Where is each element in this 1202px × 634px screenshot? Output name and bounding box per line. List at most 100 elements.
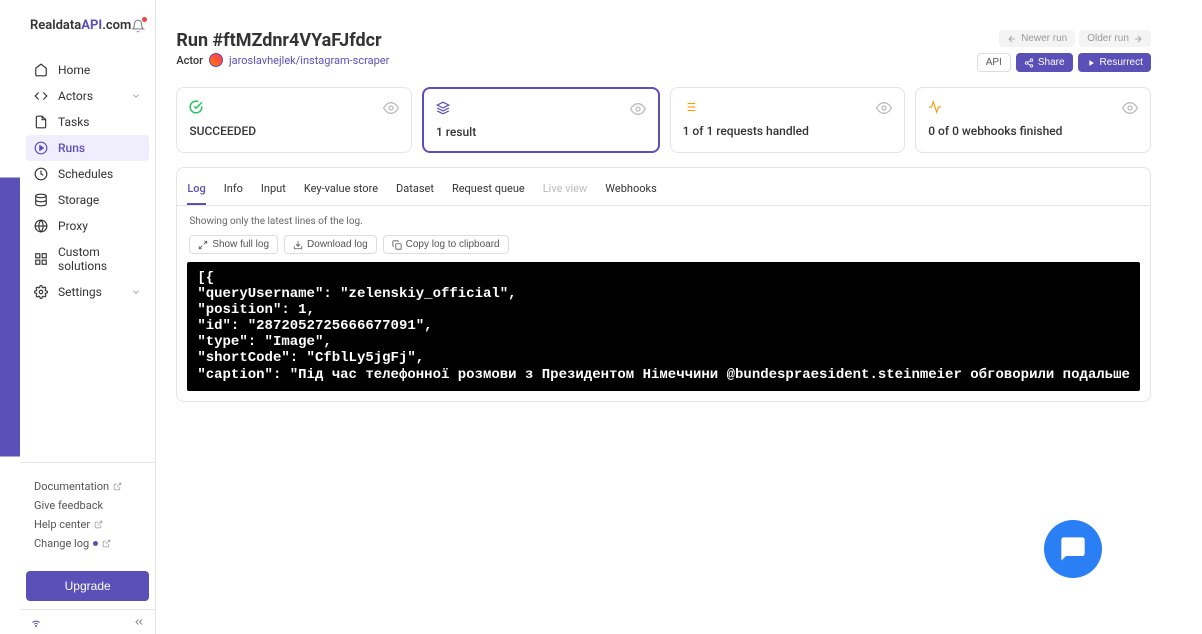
nav-label: Home	[58, 63, 90, 77]
actor-link[interactable]: jaroslavhejlek/instagram-scraper	[229, 54, 389, 67]
brand-post: com	[106, 18, 131, 33]
download-log-button[interactable]: Download log	[284, 235, 377, 254]
older-run-button[interactable]: Older run	[1079, 30, 1151, 47]
copy-log-button[interactable]: Copy log to clipboard	[383, 235, 509, 254]
footer-label: Change log	[34, 537, 89, 550]
footer-label: Give feedback	[34, 499, 103, 512]
play-icon	[34, 141, 48, 155]
db-icon	[34, 193, 48, 207]
sidebar: RealdataAPI.com Home Actors Tasks Runs Sched…	[20, 0, 156, 634]
clock-icon	[34, 167, 48, 181]
footer-help-center[interactable]: Help center	[30, 515, 145, 534]
decorative-left-bar	[0, 0, 20, 634]
resurrect-button[interactable]: Resurrect	[1078, 53, 1151, 72]
stat-text: SUCCEEDED	[189, 124, 399, 138]
show-full-log-button[interactable]: Show full log	[189, 235, 278, 254]
sidebar-item-storage[interactable]: Storage	[26, 187, 149, 213]
external-link-icon	[113, 482, 122, 491]
sidebar-item-home[interactable]: Home	[26, 57, 149, 83]
footer-label: Documentation	[34, 480, 109, 493]
list-icon	[683, 100, 697, 114]
upgrade-button[interactable]: Upgrade	[26, 571, 149, 601]
wifi-icon	[30, 616, 42, 628]
nav-label: Proxy	[58, 219, 88, 233]
tab-log[interactable]: Log	[187, 178, 205, 205]
stat-card-pulse[interactable]: 0 of 0 webhooks finished	[915, 87, 1151, 153]
sidebar-item-actors[interactable]: Actors	[26, 83, 149, 109]
home-icon	[34, 63, 48, 77]
sidebar-item-tasks[interactable]: Tasks	[26, 109, 149, 135]
nav-label: Settings	[58, 285, 102, 299]
tab-key-value-store[interactable]: Key-value store	[304, 178, 378, 205]
code-icon	[34, 89, 48, 103]
nav-label: Actors	[58, 89, 93, 103]
notification-bell-icon[interactable]	[131, 19, 145, 33]
logo: RealdataAPI.com	[20, 18, 155, 51]
doc-icon	[34, 115, 48, 129]
globe-icon	[34, 219, 48, 233]
sidebar-item-custom-solutions[interactable]: Custom solutions	[26, 239, 149, 279]
api-button[interactable]: API	[977, 53, 1011, 72]
chevron-down-icon	[131, 287, 141, 297]
tab-request-queue[interactable]: Request queue	[452, 178, 525, 205]
brand-mid: API	[81, 18, 102, 33]
actor-avatar	[209, 53, 223, 67]
footer-label: Help center	[34, 518, 90, 531]
sidebar-item-settings[interactable]: Settings	[26, 279, 149, 305]
actor-label: Actor	[176, 54, 203, 67]
log-hint: Showing only the latest lines of the log…	[177, 206, 1150, 235]
footer-give-feedback[interactable]: Give feedback	[30, 496, 145, 515]
new-dot-icon	[93, 541, 98, 546]
tab-dataset[interactable]: Dataset	[396, 178, 434, 205]
pulse-icon	[928, 100, 942, 114]
nav-label: Tasks	[58, 115, 90, 129]
sidebar-item-schedules[interactable]: Schedules	[26, 161, 149, 187]
actor-row: Actor jaroslavhejlek/instagram-scraper	[176, 53, 389, 67]
page-title: Run #ftMZdnr4VYaFJfdcr	[176, 30, 389, 51]
check-icon	[189, 100, 203, 114]
tab-input[interactable]: Input	[261, 178, 286, 205]
bottom-bar	[20, 609, 155, 634]
nav-label: Schedules	[58, 167, 113, 181]
chat-fab[interactable]	[1044, 520, 1102, 578]
footer-documentation[interactable]: Documentation	[30, 477, 145, 496]
collapse-sidebar-icon[interactable]	[133, 616, 145, 628]
stat-text: 1 of 1 requests handled	[683, 124, 893, 138]
eye-icon[interactable]	[1122, 100, 1138, 116]
eye-icon[interactable]	[383, 100, 399, 116]
stat-card-check[interactable]: SUCCEEDED	[176, 87, 412, 153]
nav-label: Storage	[58, 193, 99, 207]
external-link-icon	[94, 520, 103, 529]
sidebar-item-runs[interactable]: Runs	[26, 135, 149, 161]
stat-text: 1 result	[436, 125, 646, 139]
nav-label: Runs	[58, 141, 85, 155]
stats-row: SUCCEEDED 1 result 1 of 1 requests handled…	[176, 87, 1151, 153]
content-card: Log Info Input Key-value store Dataset Reques…	[176, 167, 1151, 402]
footer-links: Documentation Give feedback Help center Cha…	[20, 462, 155, 563]
tab-live-view: Live view	[543, 178, 588, 205]
tab-webhooks[interactable]: Webhooks	[605, 178, 656, 205]
puzzle-icon	[34, 252, 48, 266]
header-actions: Newer run Older run API Share R	[977, 30, 1151, 72]
share-button[interactable]: Share	[1016, 53, 1073, 72]
tabs: Log Info Input Key-value store Dataset Reques…	[177, 168, 1150, 206]
newer-run-button[interactable]: Newer run	[999, 30, 1075, 47]
layers-icon	[436, 101, 450, 115]
eye-icon[interactable]	[876, 100, 892, 116]
nav: Home Actors Tasks Runs Schedules Storage Proxy…	[20, 51, 155, 311]
stat-text: 0 of 0 webhooks finished	[928, 124, 1138, 138]
tab-info[interactable]: Info	[224, 178, 243, 205]
log-output[interactable]: [{ "queryUsername": "zelenskiy_official"…	[187, 262, 1140, 391]
gear-icon	[34, 285, 48, 299]
sidebar-item-proxy[interactable]: Proxy	[26, 213, 149, 239]
log-actions: Show full log Download log Copy log to c…	[177, 235, 1150, 262]
stat-card-layers[interactable]: 1 result	[422, 87, 660, 153]
footer-change-log[interactable]: Change log	[30, 534, 145, 553]
chevron-down-icon	[131, 91, 141, 101]
stat-card-list[interactable]: 1 of 1 requests handled	[670, 87, 906, 153]
header: Run #ftMZdnr4VYaFJfdcr Actor jaroslavhej…	[176, 30, 1151, 77]
brand-pre: Realdata	[30, 18, 81, 33]
nav-label: Custom solutions	[58, 245, 141, 273]
eye-icon[interactable]	[630, 101, 646, 117]
external-link-icon	[102, 539, 111, 548]
